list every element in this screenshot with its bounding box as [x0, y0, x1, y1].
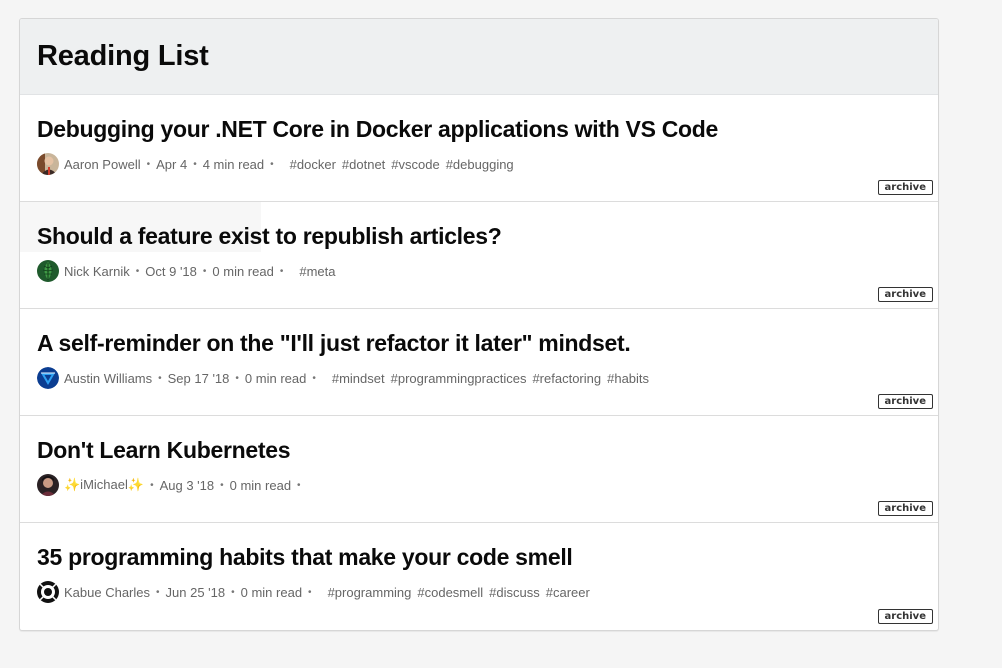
article-title-link[interactable]: 35 programming habits that make your cod…	[37, 544, 573, 571]
separator-dot: •	[146, 158, 151, 170]
separator-dot: •	[135, 265, 140, 277]
separator-dot: •	[297, 479, 301, 491]
article-title-link[interactable]: Should a feature exist to republish arti…	[37, 223, 502, 250]
article-title-link[interactable]: A self-reminder on the "I'll just refact…	[37, 330, 631, 357]
tag-link[interactable]: #docker	[290, 157, 336, 172]
author-avatar[interactable]	[37, 260, 59, 282]
archive-button[interactable]: archive	[877, 394, 933, 409]
read-time: 0 min read	[240, 584, 303, 600]
article-title-link[interactable]: Don't Learn Kubernetes	[37, 437, 290, 464]
archive-button[interactable]: archive	[877, 180, 933, 195]
tag-link[interactable]: #programming	[328, 585, 412, 600]
list-item: 35 programming habits that make your cod…	[20, 523, 938, 630]
separator-dot: •	[220, 479, 224, 491]
author-name-link[interactable]: ✨iMichael✨	[64, 477, 144, 493]
tag-list: #mindset #programmingpractices #refactor…	[332, 371, 655, 386]
tag-link[interactable]: #debugging	[446, 157, 514, 172]
tag-link[interactable]: #codesmell	[417, 585, 483, 600]
author-name-link[interactable]: Austin Williams	[64, 371, 152, 386]
separator-dot: •	[231, 586, 235, 598]
separator-dot: •	[202, 265, 207, 277]
publish-date: Aug 3 '18	[159, 477, 215, 493]
reading-list-panel: Reading List Debugging your .NET Core in…	[19, 18, 939, 631]
read-time: 0 min read	[212, 263, 274, 279]
archive-button[interactable]: archive	[877, 609, 933, 624]
tag-link[interactable]: #meta	[299, 264, 335, 279]
read-time: 4 min read	[202, 156, 265, 172]
list-item: Debugging your .NET Core in Docker appli…	[20, 95, 938, 202]
article-meta: ✨iMichael✨ • Aug 3 '18 • 0 min read •	[37, 474, 307, 496]
author-name-link[interactable]: Kabue Charles	[64, 585, 150, 600]
tag-link[interactable]: #programmingpractices	[391, 371, 527, 386]
reading-list-header: Reading List	[20, 19, 938, 95]
author-avatar[interactable]	[37, 581, 59, 603]
tag-list: #docker #dotnet #vscode #debugging	[290, 157, 520, 172]
separator-dot: •	[193, 158, 197, 170]
separator-dot: •	[308, 586, 312, 598]
tag-link[interactable]: #career	[546, 585, 590, 600]
author-name-link[interactable]: Aaron Powell	[64, 157, 141, 172]
article-meta: Kabue Charles • Jun 25 '18 • 0 min read …	[37, 581, 596, 603]
separator-dot: •	[312, 372, 316, 384]
tag-list: #meta	[299, 264, 341, 279]
publish-date: Sep 17 '18	[167, 370, 230, 386]
tag-link[interactable]: #mindset	[332, 371, 385, 386]
separator-dot: •	[156, 586, 160, 598]
separator-dot: •	[235, 372, 239, 384]
archive-button[interactable]: archive	[877, 287, 933, 302]
list-item: A self-reminder on the "I'll just refact…	[20, 309, 938, 416]
tag-link[interactable]: #vscode	[391, 157, 439, 172]
read-time: 0 min read	[229, 477, 292, 493]
author-avatar[interactable]	[37, 367, 59, 389]
tag-list: #programming #codesmell #discuss #career	[328, 585, 596, 600]
list-item: Should a feature exist to republish arti…	[20, 202, 938, 309]
separator-dot: •	[150, 479, 154, 491]
author-name-link[interactable]: Nick Karnik	[64, 264, 130, 279]
separator-dot: •	[158, 372, 162, 384]
separator-dot: •	[270, 158, 274, 170]
article-meta: Nick Karnik • Oct 9 '18 • 0 min read • #…	[37, 260, 341, 282]
author-avatar[interactable]	[37, 153, 59, 175]
tag-link[interactable]: #habits	[607, 371, 649, 386]
page-title: Reading List	[37, 40, 209, 72]
publish-date: Jun 25 '18	[165, 584, 226, 600]
publish-date: Apr 4	[156, 156, 188, 172]
article-meta: Austin Williams • Sep 17 '18 • 0 min rea…	[37, 367, 655, 389]
read-time: 0 min read	[244, 370, 307, 386]
separator-dot: •	[279, 265, 284, 277]
article-title-link[interactable]: Debugging your .NET Core in Docker appli…	[37, 116, 718, 143]
author-avatar[interactable]	[37, 474, 59, 496]
archive-button[interactable]: archive	[877, 501, 933, 516]
publish-date: Oct 9 '18	[145, 263, 197, 279]
article-meta: Aaron Powell • Apr 4 • 4 min read • #doc…	[37, 153, 520, 175]
tag-link[interactable]: #dotnet	[342, 157, 385, 172]
tag-link[interactable]: #discuss	[489, 585, 540, 600]
list-item: Don't Learn Kubernetes ✨iMichael✨ • Aug …	[20, 416, 938, 523]
tag-link[interactable]: #refactoring	[532, 371, 601, 386]
